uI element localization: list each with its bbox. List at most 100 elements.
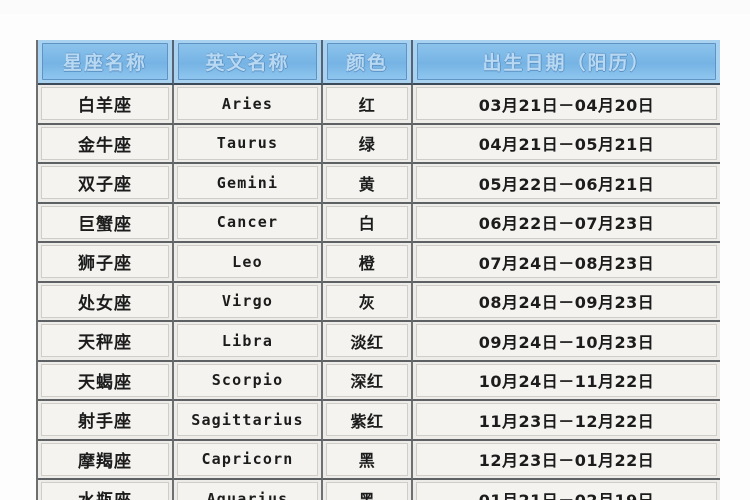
zodiac-name: 天秤座 [78, 333, 132, 354]
zodiac-english-name: Sagittarius [191, 410, 304, 429]
zodiac-table: 星座名称 英文名称 颜色 出生日期（阳历） 白羊座 Aries 红 03月21日… [38, 40, 720, 500]
cell-inner-date: 01月21日－02月19日 [416, 482, 717, 500]
table-cell-en: Cancer [174, 203, 323, 243]
table-row: 天秤座 Libra 淡红 09月24日－10月23日 [38, 322, 720, 362]
table-row: 摩羯座 Capricorn 黑 12月23日－01月22日 [38, 440, 720, 480]
zodiac-birthdate: 05月22日－06月21日 [478, 174, 655, 194]
table-cell-name: 天秤座 [38, 322, 174, 362]
column-header-color: 颜色 [323, 40, 413, 85]
zodiac-english-name: Aries [221, 94, 274, 113]
cell-inner-color: 白 [326, 205, 408, 239]
zodiac-name: 处女座 [78, 293, 132, 314]
cell-inner-en: Aquarius [177, 482, 318, 500]
table-row: 双子座 Gemini 黄 05月22日－06月21日 [38, 164, 720, 204]
cell-inner-en: Cancer [177, 205, 318, 239]
zodiac-birthdate: 12月23日－01月22日 [478, 451, 655, 471]
table-cell-name: 射手座 [38, 401, 174, 441]
cell-inner-color: 绿 [326, 126, 408, 160]
zodiac-name: 金牛座 [78, 135, 132, 156]
cell-inner-en: Scorpio [177, 363, 318, 397]
table-cell-name: 处女座 [38, 282, 174, 322]
header-label-color: 颜色 [345, 52, 388, 74]
cell-inner-name: 摩羯座 [41, 442, 169, 476]
table-cell-name: 天蝎座 [38, 361, 174, 401]
cell-inner-en: Sagittarius [177, 403, 318, 437]
header-cell-birthdate: 出生日期（阳历） [417, 43, 716, 80]
header-label-english: 英文名称 [205, 52, 290, 74]
table-row: 射手座 Sagittarius 紫红 11月23日－12月22日 [38, 401, 720, 441]
cell-inner-color: 黑 [326, 442, 408, 476]
cell-inner-en: Aries [177, 87, 318, 121]
table-cell-date: 03月21日－04月20日 [413, 85, 720, 125]
zodiac-birthdate: 03月21日－04月20日 [478, 95, 655, 115]
table-cell-en: Aquarius [174, 480, 323, 500]
table-row: 狮子座 Leo 橙 07月24日－08月23日 [38, 243, 720, 283]
zodiac-color: 深红 [350, 372, 384, 392]
table-cell-name: 白羊座 [38, 85, 174, 125]
zodiac-english-name: Taurus [216, 134, 279, 153]
table-cell-color: 白 [323, 203, 413, 243]
cell-inner-date: 12月23日－01月22日 [416, 442, 717, 476]
table-cell-color: 紫红 [323, 401, 413, 441]
cell-inner-date: 03月21日－04月20日 [416, 87, 717, 121]
cell-inner-en: Taurus [177, 126, 318, 160]
cell-inner-name: 巨蟹座 [41, 205, 169, 239]
table-cell-color: 黄 [323, 164, 413, 204]
cell-inner-date: 08月24日－09月23日 [416, 284, 717, 318]
cell-inner-en: Libra [177, 324, 318, 358]
column-header-english: 英文名称 [174, 40, 323, 85]
cell-inner-color: 紫红 [326, 403, 408, 437]
table-cell-en: Aries [174, 85, 323, 125]
zodiac-color: 黑 [359, 487, 376, 500]
cell-inner-name: 狮子座 [41, 245, 169, 279]
header-row: 星座名称 英文名称 颜色 出生日期（阳历） [38, 40, 720, 85]
table-cell-color: 黑 [323, 440, 413, 480]
cell-inner-color: 红 [326, 87, 408, 121]
header-label-birthdate: 出生日期（阳历） [482, 52, 651, 74]
table-cell-date: 05月22日－06月21日 [413, 164, 720, 204]
zodiac-english-name: Leo [232, 252, 263, 271]
cell-inner-en: Capricorn [177, 442, 318, 476]
table-cell-date: 06月22日－07月23日 [413, 203, 720, 243]
cropped-text-remnant: ··· ·· ··· [300, 0, 441, 6]
zodiac-name: 狮子座 [78, 254, 132, 275]
table-cell-en: Virgo [174, 282, 323, 322]
table-cell-date: 04月21日－05月21日 [413, 124, 720, 164]
table-cell-en: Capricorn [174, 440, 323, 480]
zodiac-english-name: Gemini [216, 173, 279, 192]
zodiac-color: 紫红 [350, 411, 384, 431]
zodiac-name: 水瓶座 [78, 486, 132, 500]
zodiac-color: 淡红 [350, 332, 384, 352]
zodiac-english-name: Scorpio [211, 371, 284, 390]
cell-inner-date: 06月22日－07月23日 [416, 205, 717, 239]
zodiac-color: 绿 [358, 135, 376, 155]
table-row: 巨蟹座 Cancer 白 06月22日－07月23日 [38, 203, 720, 243]
top-cropped-strip: ··· ·· ··· [0, 0, 750, 14]
zodiac-name: 白羊座 [78, 96, 132, 117]
cell-inner-name: 处女座 [41, 284, 169, 318]
zodiac-color: 橙 [358, 253, 376, 273]
cell-inner-color: 黄 [326, 166, 408, 200]
table-cell-name: 摩羯座 [38, 440, 174, 480]
zodiac-name: 双子座 [78, 175, 132, 196]
cell-inner-name: 水瓶座 [41, 482, 169, 500]
table-cell-name: 巨蟹座 [38, 203, 174, 243]
zodiac-english-name: Aquarius [206, 489, 289, 500]
cell-inner-en: Leo [177, 245, 318, 279]
zodiac-name: 摩羯座 [78, 451, 132, 472]
table-cell-en: Libra [174, 322, 323, 362]
zodiac-name: 射手座 [78, 412, 132, 433]
zodiac-birthdate: 07月24日－08月23日 [478, 253, 655, 273]
zodiac-name: 巨蟹座 [78, 214, 132, 235]
zodiac-birthdate: 11月23日－12月22日 [478, 411, 655, 431]
table-cell-en: Taurus [174, 124, 323, 164]
column-header-name: 星座名称 [38, 40, 174, 85]
table-row: 天蝎座 Scorpio 深红 10月24日－11月22日 [38, 361, 720, 401]
cell-inner-date: 09月24日－10月23日 [416, 324, 717, 358]
zodiac-english-name: Capricorn [201, 450, 294, 469]
cell-inner-name: 射手座 [41, 403, 169, 437]
cell-inner-color: 橙 [326, 245, 408, 279]
zodiac-color: 黑 [358, 451, 376, 471]
zodiac-birthdate: 01月21日－02月19日 [479, 487, 655, 500]
column-header-birthdate: 出生日期（阳历） [413, 40, 720, 85]
